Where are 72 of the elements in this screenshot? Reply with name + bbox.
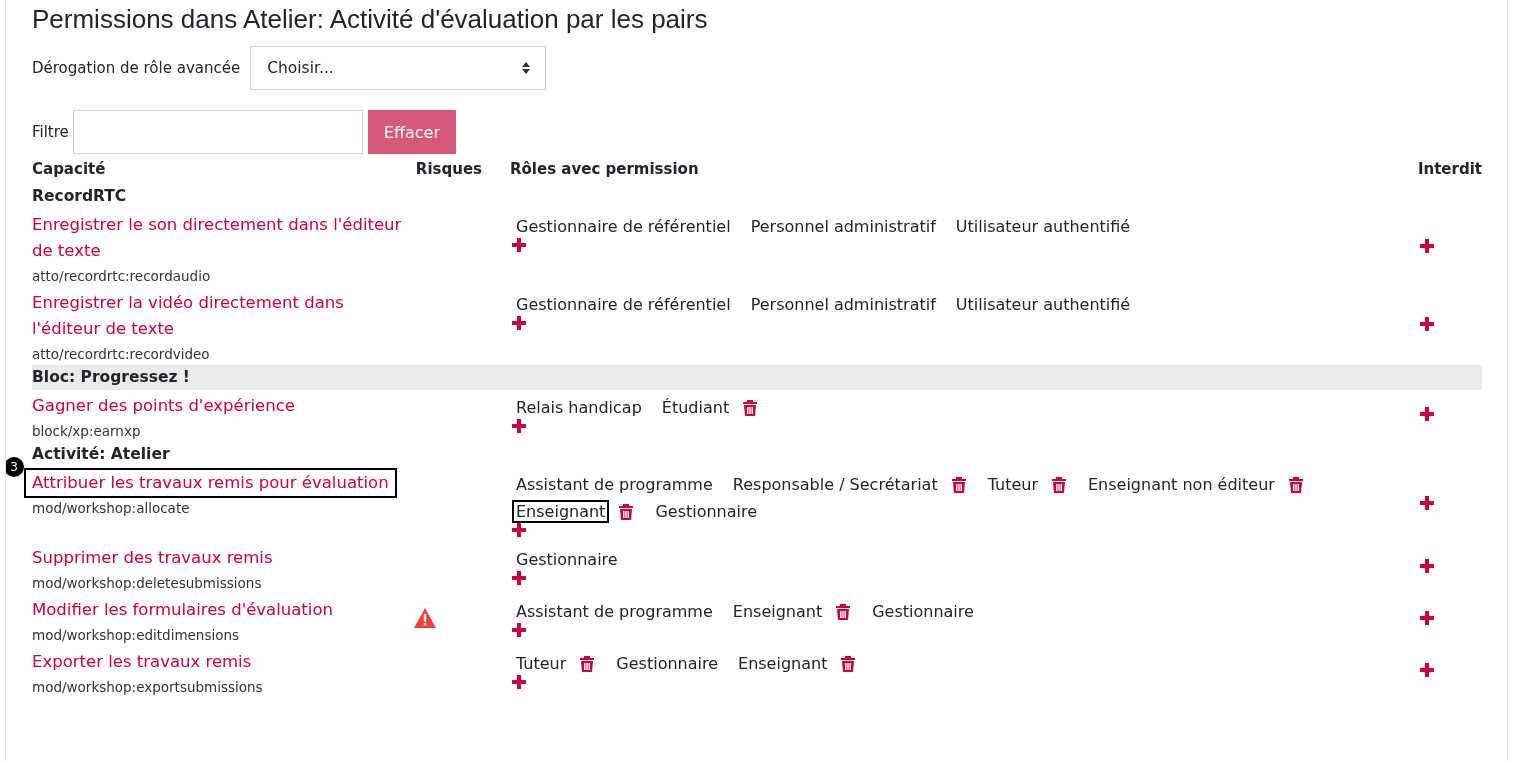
delete-icon[interactable] (580, 655, 595, 672)
role-name: Assistant de programme (515, 601, 714, 623)
clear-button[interactable]: Effacer (367, 110, 456, 154)
capability-link[interactable]: Supprimer des travaux remis (24, 543, 281, 573)
column-header: Interdit (1417, 160, 1482, 178)
role-override-select[interactable]: Choisir... (250, 46, 547, 90)
role-name: Enseignant (512, 500, 610, 523)
field-label: Filtre (32, 123, 69, 141)
add-icon[interactable] (1420, 663, 1434, 677)
capability-code: mod/workshop:deletesubmissions (32, 575, 262, 591)
role-name: Enseignant non éditeur (1087, 474, 1276, 496)
field-label: Dérogation de rôle avancée (32, 59, 241, 77)
add-icon[interactable] (512, 675, 526, 689)
capability-link[interactable]: Exporter les travaux remis (24, 647, 260, 677)
add-icon[interactable] (512, 316, 526, 330)
column-header: Rôles avec permission (510, 160, 699, 178)
capability-code: mod/workshop:editdimensions (32, 627, 240, 643)
delete-icon[interactable] (1288, 476, 1303, 493)
role-name: Gestionnaire (515, 549, 619, 571)
capability-code: mod/workshop:exportsubmissions (32, 679, 263, 695)
capability-link[interactable]: Enregistrer la vidéo directement dans l'éditeur de texte (24, 288, 412, 344)
column-header: Risques (415, 160, 482, 178)
role-name: Tuteur (515, 653, 568, 675)
role-name: Relais handicap (515, 397, 643, 419)
add-icon[interactable] (1420, 239, 1434, 253)
add-icon[interactable] (512, 623, 526, 637)
capability-code: atto/recordrtc:recordvideo (32, 346, 210, 362)
role-name: Enseignant (731, 601, 824, 623)
role-name: Gestionnaire de référentiel (515, 216, 732, 238)
section-title: Bloc: Progressez ! (32, 368, 190, 386)
add-icon[interactable] (512, 523, 526, 537)
role-name: Tuteur (986, 474, 1039, 496)
role-name: Personnel administratif (749, 294, 938, 316)
delete-icon[interactable] (836, 603, 851, 620)
role-name: Gestionnaire de référentiel (515, 294, 732, 316)
sort-caret-icon (521, 61, 532, 75)
delete-icon[interactable] (743, 399, 758, 416)
delete-icon[interactable] (951, 476, 966, 493)
capability-code: mod/workshop:allocate (32, 500, 190, 516)
callout-badge: 3 (6, 457, 24, 477)
page-title: Permissions dans Atelier: Activité d'évaluation par les pairs (32, 4, 709, 34)
role-name: Gestionnaire (871, 601, 975, 623)
add-icon[interactable] (1420, 611, 1434, 625)
delete-icon[interactable] (841, 655, 856, 672)
capability-link[interactable]: Enregistrer le son directement dans l'éditeur de texte (24, 210, 412, 266)
role-name: Utilisateur authentifié (954, 216, 1132, 238)
role-name: Gestionnaire (615, 653, 719, 675)
filter-field[interactable] (72, 110, 363, 154)
role-name: Personnel administratif (749, 216, 938, 238)
role-name: Responsable / Secrétariat (731, 474, 939, 496)
delete-icon[interactable] (1052, 476, 1066, 493)
delete-icon[interactable] (619, 503, 634, 520)
capability-link[interactable]: Modifier les formulaires d'évaluation (24, 595, 341, 625)
role-name: Enseignant (737, 653, 829, 675)
capability-code: block/xp:earnxp (32, 423, 141, 439)
add-icon[interactable] (512, 238, 526, 252)
add-icon[interactable] (512, 571, 526, 585)
add-icon[interactable] (1420, 559, 1434, 573)
add-icon[interactable] (1420, 495, 1434, 510)
add-icon[interactable] (1420, 407, 1434, 421)
add-icon[interactable] (512, 419, 526, 433)
capability-link[interactable]: Attribuer les travaux remis pour évaluation (24, 468, 397, 498)
add-icon[interactable] (1420, 317, 1434, 331)
capability-code: atto/recordrtc:recordaudio (32, 268, 211, 284)
section-title: RecordRTC (32, 187, 127, 205)
role-name: Étudiant (660, 397, 731, 419)
role-name: Assistant de programme (515, 474, 714, 496)
role-name: Gestionnaire (654, 501, 759, 523)
column-header: Capacité (32, 160, 106, 178)
section-title: Activité: Atelier (32, 445, 170, 463)
capability-link[interactable]: Gagner des points d'expérience (24, 391, 303, 421)
role-name: Utilisateur authentifié (954, 294, 1132, 316)
